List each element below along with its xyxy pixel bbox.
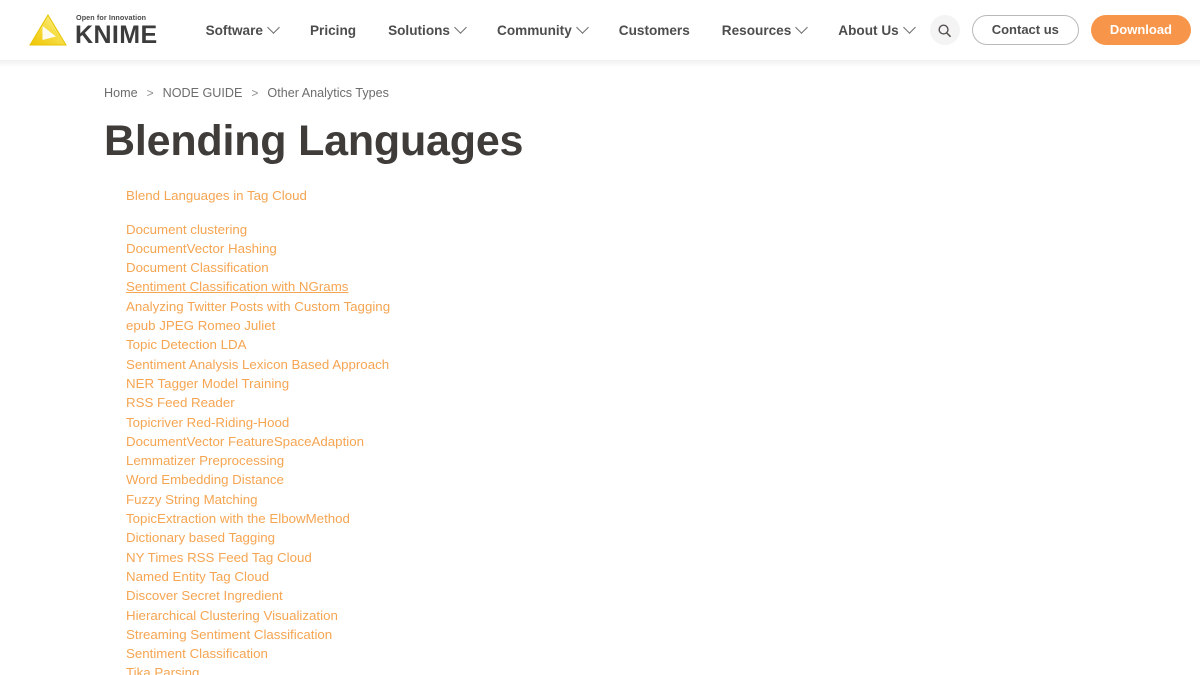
knime-triangle-logo-icon [28,13,68,47]
list-item: NER Tagger Model Training [126,374,1200,393]
nav-item-pricing[interactable]: Pricing [294,14,372,46]
list-item: DocumentVector Hashing [126,239,1200,258]
node-link[interactable]: NY Times RSS Feed Tag Cloud [126,548,312,567]
list-item: Named Entity Tag Cloud [126,567,1200,586]
node-link[interactable]: Discover Secret Ingredient [126,586,283,605]
list-item: Discover Secret Ingredient [126,586,1200,605]
node-link-list: Blend Languages in Tag Cloud Document clu… [104,186,1200,675]
node-link[interactable]: Dictionary based Tagging [126,528,275,547]
node-link[interactable]: Topicriver Red-Riding-Hood [126,413,289,432]
list-item: Blend Languages in Tag Cloud [126,186,1200,205]
node-link[interactable]: RSS Feed Reader [126,393,235,412]
node-link[interactable]: Analyzing Twitter Posts with Custom Tagg… [126,297,390,316]
list-item: NY Times RSS Feed Tag Cloud [126,548,1200,567]
list-item: Analyzing Twitter Posts with Custom Tagg… [126,297,1200,316]
node-link[interactable]: Named Entity Tag Cloud [126,567,269,586]
breadcrumb-item-node-guide[interactable]: NODE GUIDE [163,86,243,100]
node-link[interactable]: DocumentVector FeatureSpaceAdaption [126,432,364,451]
list-item: epub JPEG Romeo Juliet [126,316,1200,335]
node-link[interactable]: Lemmatizer Preprocessing [126,451,284,470]
list-item: Document Classification [126,258,1200,277]
list-item: Topicriver Red-Riding-Hood [126,413,1200,432]
nav-label: Solutions [388,22,450,38]
nav-label: About Us [838,22,899,38]
search-icon [937,23,952,38]
list-item: Word Embedding Distance [126,470,1200,489]
node-link[interactable]: Blend Languages in Tag Cloud [126,186,307,205]
breadcrumb-separator-icon: > [251,86,259,100]
nav-label: Pricing [309,22,357,38]
nav-item-resources[interactable]: Resources [706,14,823,46]
nav-item-about-us[interactable]: About Us [822,14,929,46]
node-link[interactable]: epub JPEG Romeo Juliet [126,316,275,335]
nav-label: Software [205,22,263,38]
list-item: Lemmatizer Preprocessing [126,451,1200,470]
node-link[interactable]: DocumentVector Hashing [126,239,277,258]
list-item: Tika Parsing [126,663,1200,675]
node-link[interactable]: Hierarchical Clustering Visualization [126,606,338,625]
nav-item-customers[interactable]: Customers [603,14,706,46]
list-item: Sentiment Classification [126,644,1200,663]
knime-logo[interactable]: Open for Innovation KNIME [28,13,158,48]
node-link[interactable]: Document Classification [126,258,269,277]
breadcrumb-item-home[interactable]: Home [104,86,138,100]
list-item: Fuzzy String Matching [126,490,1200,509]
node-link[interactable]: Sentiment Classification [126,644,268,663]
node-link[interactable]: Sentiment Analysis Lexicon Based Approac… [126,355,389,374]
node-link[interactable]: NER Tagger Model Training [126,374,289,393]
node-link[interactable]: Fuzzy String Matching [126,490,258,509]
node-link[interactable]: Tika Parsing [126,663,199,675]
search-button[interactable] [929,15,960,45]
list-item: TopicExtraction with the ElbowMethod [126,509,1200,528]
download-button[interactable]: Download [1090,15,1191,45]
list-item: RSS Feed Reader [126,393,1200,412]
contact-us-button[interactable]: Contact us [971,15,1079,45]
node-link[interactable]: Word Embedding Distance [126,470,284,489]
chevron-down-icon [575,20,589,34]
breadcrumb-item-current: Other Analytics Types [267,86,389,100]
nav-item-community[interactable]: Community [481,14,603,46]
list-item: Sentiment Classification with NGrams [126,277,1200,296]
list-item: DocumentVector FeatureSpaceAdaption [126,432,1200,451]
node-link[interactable]: Streaming Sentiment Classification [126,625,332,644]
header-bottom-shadow [0,60,1200,67]
main-content: Home > NODE GUIDE > Other Analytics Type… [0,86,1200,675]
node-link[interactable]: Document clustering [126,220,247,239]
page-title: Blending Languages [104,117,524,165]
nav-label: Community [497,22,572,38]
nav-item-solutions[interactable]: Solutions [372,14,481,46]
node-link[interactable]: Topic Detection LDA [126,335,246,354]
nav-label: Resources [721,22,792,38]
list-item: Streaming Sentiment Classification [126,625,1200,644]
list-item: Dictionary based Tagging [126,528,1200,547]
header-actions: Contact us Download Sign in [929,15,1200,45]
list-item: Document clustering [126,220,1200,239]
list-item: Sentiment Analysis Lexicon Based Approac… [126,355,1200,374]
site-header: Open for Innovation KNIME Software Prici… [0,0,1200,67]
nav-label: Customers [618,22,690,38]
main-navigation: Software Pricing Solutions Community Cus… [190,14,930,46]
chevron-down-icon [267,20,280,34]
breadcrumb: Home > NODE GUIDE > Other Analytics Type… [104,86,1200,100]
list-item: Topic Detection LDA [126,335,1200,354]
breadcrumb-separator-icon: > [146,86,154,100]
node-link[interactable]: TopicExtraction with the ElbowMethod [126,509,350,528]
chevron-down-icon [795,20,809,34]
chevron-down-icon [902,20,916,34]
nav-item-software[interactable]: Software [190,14,294,46]
node-link[interactable]: Sentiment Classification with NGrams [126,277,348,296]
logo-wordmark: KNIME [75,20,158,49]
list-item: Hierarchical Clustering Visualization [126,606,1200,625]
chevron-down-icon [454,20,467,34]
